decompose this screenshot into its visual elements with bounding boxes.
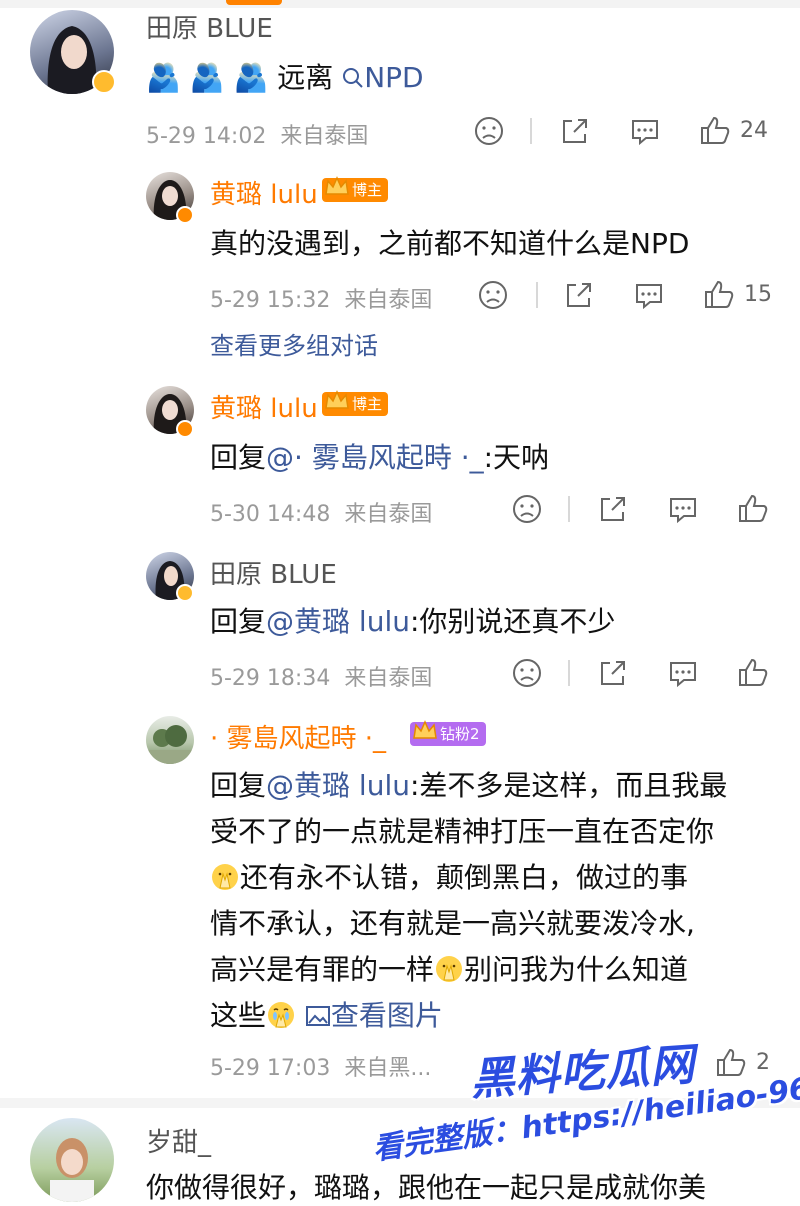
comment-text: 你做得很好，璐璐，跟他在一起只是成就你美 — [146, 1171, 707, 1204]
comment-date: 5-29 18:34 — [210, 666, 331, 691]
comment-meta: 5-30 14:48 来自泰国 — [210, 496, 432, 528]
comment-button[interactable] — [632, 278, 666, 312]
action-separator — [568, 496, 570, 522]
comment-author[interactable]: 黄璐 lulu — [210, 388, 318, 425]
comment-date: 5-29 14:02 — [146, 124, 267, 149]
comment-author[interactable]: 岁甜_ — [146, 1122, 211, 1159]
share-button[interactable] — [558, 114, 592, 148]
like-button[interactable] — [736, 492, 770, 526]
comment-meta: 5-29 18:34 来自泰国 — [210, 660, 432, 692]
comment-author[interactable]: 田原 BLUE — [146, 8, 273, 45]
comment-text-line: 受不了的一点就是精神打压一直在否定你 — [210, 815, 715, 848]
share-icon — [601, 661, 625, 685]
comment-icon — [632, 120, 658, 146]
hug-emoji-icon: 🫂 🫂 🫂 — [146, 61, 269, 94]
dislike-button[interactable] — [472, 114, 506, 148]
hands-together-emoji-icon — [436, 956, 463, 982]
like-icon — [701, 116, 730, 144]
comment-meta: 5-29 15:32 来自泰国 — [210, 282, 432, 314]
verified-badge-icon — [176, 206, 194, 224]
comment-text: 回复@黄璐 lulu:你别说还真不少 — [210, 605, 616, 638]
comment-text-line: 还有永不认错，颠倒黑白，做过的事 — [210, 856, 688, 896]
comment-location: 来自黑... — [344, 1056, 432, 1081]
avatar[interactable] — [146, 716, 194, 764]
comment-location: 来自泰国 — [280, 124, 369, 149]
comment-icon — [636, 284, 662, 310]
like-count: 24 — [740, 118, 768, 143]
dislike-button[interactable] — [510, 492, 544, 526]
view-image-link[interactable]: 查看图片 — [305, 999, 443, 1032]
comment-text-line: 高兴是有罪的一样 别问我为什么知道 — [210, 953, 689, 986]
share-button[interactable] — [596, 656, 630, 690]
comment-button[interactable] — [666, 656, 700, 690]
dislike-icon — [475, 117, 503, 145]
dislike-icon — [479, 281, 507, 309]
comment-icon — [670, 662, 696, 688]
comment-meta: 5-29 17:03 来自黑... — [210, 1050, 431, 1082]
action-separator — [530, 118, 532, 144]
comment-location: 来自泰国 — [344, 666, 433, 691]
like-count: 15 — [744, 282, 772, 307]
top-accent — [226, 0, 282, 5]
comment-location: 来自泰国 — [344, 502, 433, 527]
mention-link[interactable]: @黄璐 lulu — [266, 769, 410, 802]
comment-date: 5-29 17:03 — [210, 1056, 331, 1081]
comment-text-line: 情不承认，还有就是一高兴就要泼冷水, — [210, 907, 695, 940]
share-button[interactable] — [596, 492, 630, 526]
verified-badge-icon — [176, 420, 194, 438]
like-icon — [705, 280, 734, 308]
like-icon — [739, 658, 768, 686]
comment-date: 5-30 14:48 — [210, 502, 331, 527]
verified-badge-icon — [176, 584, 194, 602]
search-link[interactable]: NPD — [342, 61, 424, 94]
comment-icon — [670, 498, 696, 524]
avatar[interactable] — [30, 1118, 114, 1202]
crown-icon — [413, 720, 437, 739]
like-button[interactable] — [736, 656, 770, 690]
comment-text: 回复@· 雾島风起時 ·_:天呐 — [210, 441, 550, 474]
comment-text-line: 这些 查看图片 — [210, 999, 443, 1032]
owner-badge: 博主 — [322, 176, 389, 202]
mention-link[interactable]: @· 雾島风起時 ·_ — [266, 441, 484, 474]
comment-button[interactable] — [628, 114, 662, 148]
crying-hands-emoji-icon — [268, 1002, 295, 1028]
comment-location: 来自泰国 — [344, 288, 433, 313]
comment-date: 5-29 15:32 — [210, 288, 331, 313]
dislike-icon — [513, 659, 541, 687]
like-button[interactable] — [698, 114, 732, 148]
top-divider — [0, 0, 800, 8]
owner-badge: 博主 — [322, 390, 389, 416]
share-button[interactable] — [562, 278, 596, 312]
comment-text: 🫂 🫂 🫂 远离 NPD — [146, 61, 424, 94]
action-separator — [568, 660, 570, 686]
action-separator — [536, 282, 538, 308]
avatar-portrait-icon — [50, 1138, 94, 1202]
comment-meta: 5-29 14:02 来自泰国 — [146, 118, 368, 150]
crown-icon — [325, 390, 349, 409]
share-icon — [567, 283, 591, 307]
share-icon — [563, 119, 587, 143]
like-button[interactable] — [702, 278, 736, 312]
search-icon — [343, 68, 363, 88]
share-icon — [601, 497, 625, 521]
crown-icon — [325, 176, 349, 195]
comment-author[interactable]: 田原 BLUE — [210, 554, 337, 591]
image-icon — [305, 1006, 330, 1026]
dislike-button[interactable] — [476, 278, 510, 312]
fan-badge: 钻粉2 — [410, 720, 486, 746]
comment-text-line: 回复@黄璐 lulu:差不多是这样，而且我最 — [210, 769, 728, 802]
view-more-link[interactable]: 查看更多组对话 — [210, 326, 378, 361]
mention-link[interactable]: @黄璐 lulu — [266, 605, 410, 638]
hands-together-emoji-icon — [212, 864, 238, 890]
avatar-landscape-icon — [146, 725, 194, 764]
dislike-icon — [513, 495, 541, 523]
comment-author[interactable]: 黄璐 lulu — [210, 174, 318, 211]
comment-author[interactable]: · 雾島风起時 ·_ — [210, 718, 386, 755]
comment-button[interactable] — [666, 492, 700, 526]
verified-badge-icon — [92, 70, 116, 94]
like-icon — [739, 494, 768, 522]
dislike-button[interactable] — [510, 656, 544, 690]
comment-text: 真的没遇到，之前都不知道什么是NPD — [210, 227, 690, 260]
